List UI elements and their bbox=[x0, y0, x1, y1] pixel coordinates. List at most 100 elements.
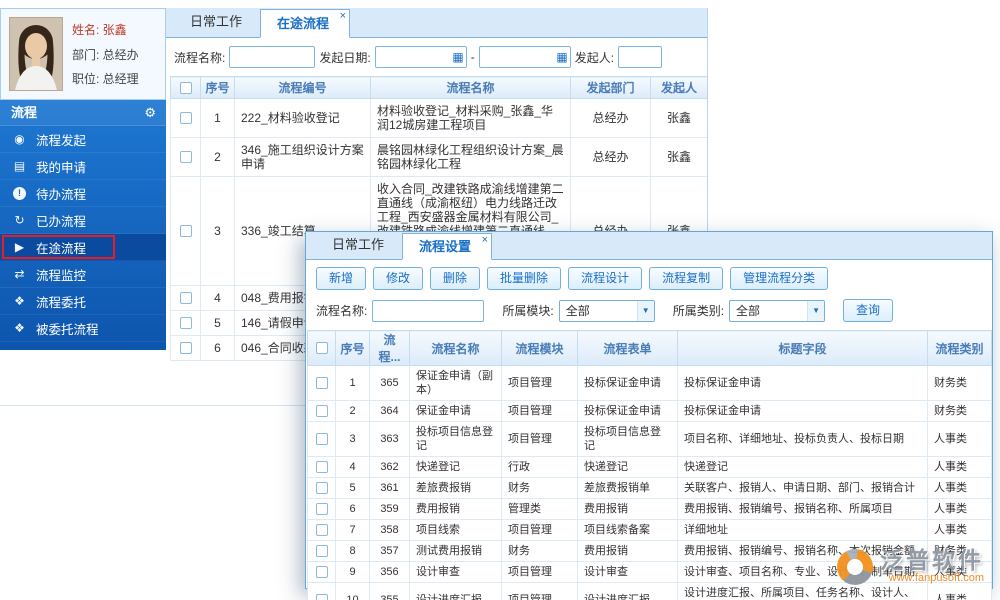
avatar-photo bbox=[10, 18, 62, 90]
row-checkbox[interactable] bbox=[315, 482, 328, 494]
process-design-button[interactable]: 流程设计 bbox=[568, 267, 643, 290]
row-checkbox[interactable] bbox=[315, 545, 328, 557]
close-icon[interactable]: × bbox=[482, 234, 488, 246]
table-row[interactable]: 1 365 保证金申请（副本） 项目管理 投标保证金申请 投标保证金申请 财务类 bbox=[307, 365, 992, 401]
cell-module: 管理类 bbox=[501, 498, 578, 520]
process-name-input[interactable] bbox=[229, 46, 316, 68]
tab-daily-work[interactable]: 日常工作 bbox=[174, 8, 258, 37]
sync-icon: ⇄ bbox=[14, 267, 25, 281]
brand-url: www.fanpusoft.com bbox=[888, 572, 984, 584]
process-copy-button[interactable]: 流程复制 bbox=[649, 267, 724, 290]
tab-process-settings[interactable]: 流程设置 × bbox=[402, 233, 493, 260]
sidebar-item-monitor[interactable]: ⇄ 流程监控 bbox=[0, 261, 166, 288]
row-checkbox[interactable] bbox=[179, 151, 192, 163]
cell-title-field: 费用报销、报销编号、报销名称、所属项目 bbox=[677, 498, 928, 520]
cell-dept: 总经办 bbox=[570, 98, 651, 138]
col-seq: 序号 bbox=[200, 76, 235, 99]
table-row[interactable]: 1 222_材料验收登记 材料验收登记_材料采购_张鑫_华润12城房建工程项目 … bbox=[170, 98, 707, 138]
sidebar-item-process-initiate[interactable]: ◉ 流程发起 bbox=[0, 126, 166, 153]
cell-seq: 5 bbox=[335, 477, 370, 499]
cell-code: 358 bbox=[369, 519, 410, 541]
sidebar-item-pending[interactable]: ! 待办流程 bbox=[0, 180, 166, 207]
calendar-icon[interactable]: ▦ bbox=[556, 50, 567, 64]
date-separator: - bbox=[470, 50, 475, 64]
row-checkbox[interactable] bbox=[315, 594, 328, 600]
select-all-checkbox[interactable] bbox=[315, 342, 328, 354]
table-header-row: 序号 流程... 流程名称 流程模块 流程表单 标题字段 流程类别 bbox=[307, 330, 992, 366]
cell-seq: 3 bbox=[200, 176, 235, 286]
cell-form: 投标保证金申请 bbox=[577, 365, 678, 401]
cell-code: 364 bbox=[369, 400, 410, 422]
add-button[interactable]: 新增 bbox=[316, 267, 367, 290]
batch-delete-button[interactable]: 批量删除 bbox=[487, 267, 562, 290]
row-checkbox[interactable] bbox=[315, 566, 328, 578]
table-row[interactable]: 7 358 项目线索 项目管理 项目线索备案 详细地址 人事类 bbox=[307, 519, 992, 541]
delete-button[interactable]: 删除 bbox=[430, 267, 481, 290]
query-button[interactable]: 查询 bbox=[843, 299, 894, 322]
watermark: 泛普软件 www.fanpusoft.com bbox=[837, 548, 984, 585]
cell-module: 项目管理 bbox=[501, 400, 578, 422]
cell-name: 测试费用报销 bbox=[409, 540, 502, 562]
table-row[interactable]: 2 364 保证金申请 项目管理 投标保证金申请 投标保证金申请 财务类 bbox=[307, 400, 992, 422]
modify-button[interactable]: 修改 bbox=[373, 267, 424, 290]
cell-name: 设计进度汇报 bbox=[409, 582, 502, 600]
row-checkbox[interactable] bbox=[315, 433, 328, 445]
cell-code: 359 bbox=[369, 498, 410, 520]
category-select[interactable]: 全部 ▼ bbox=[729, 299, 826, 322]
calendar-icon[interactable]: ▦ bbox=[452, 50, 463, 64]
cell-name: 差旅费报销 bbox=[409, 477, 502, 499]
date-to-field: ▦ bbox=[478, 46, 571, 68]
row-checkbox[interactable] bbox=[179, 292, 192, 304]
row-checkbox[interactable] bbox=[315, 405, 328, 417]
row-checkbox[interactable] bbox=[179, 317, 192, 329]
table-row[interactable]: 2 346_施工组织设计方案申请 晨铭园林绿化工程组织设计方案_晨铭园林绿化工程… bbox=[170, 137, 707, 177]
row-checkbox[interactable] bbox=[179, 342, 192, 354]
col-dept: 发起部门 bbox=[570, 76, 651, 99]
cell-code: 346_施工组织设计方案申请 bbox=[234, 137, 371, 177]
table-row[interactable]: 3 363 投标项目信息登记 项目管理 投标项目信息登记 项目名称、详细地址、投… bbox=[307, 421, 992, 457]
tab-in-transit[interactable]: 在途流程 × bbox=[260, 9, 351, 38]
col-module: 流程模块 bbox=[501, 330, 578, 366]
settings-window: 日常工作 流程设置 × 新增 修改 删除 批量删除 流程设计 流程复制 管理流程… bbox=[305, 231, 993, 600]
start-date-label: 发起日期: bbox=[319, 50, 371, 65]
table-row[interactable]: 10 355 设计进度汇报 项目管理 设计进度汇报 设计进度汇报、所属项目、任务… bbox=[307, 582, 992, 600]
cell-module: 项目管理 bbox=[501, 421, 578, 457]
tab-daily-work[interactable]: 日常工作 bbox=[316, 232, 400, 259]
sidebar-item-my-applications[interactable]: ▤ 我的申请 bbox=[0, 153, 166, 180]
sidebar-item-delegated[interactable]: ❖ 被委托流程 bbox=[0, 315, 166, 342]
sidebar-item-in-transit[interactable]: ▶ 在途流程 bbox=[0, 234, 166, 261]
profile-dept: 部门: 总经办 bbox=[72, 47, 139, 62]
row-checkbox[interactable] bbox=[179, 112, 192, 124]
sidebar-item-label: 流程监控 bbox=[36, 268, 87, 283]
cell-name: 快递登记 bbox=[409, 456, 502, 478]
initiator-input[interactable] bbox=[618, 46, 663, 68]
module-label: 所属模块: bbox=[502, 304, 554, 318]
cell-seq: 1 bbox=[200, 98, 235, 138]
row-checkbox[interactable] bbox=[315, 503, 328, 515]
tab-bar: 日常工作 在途流程 × bbox=[166, 8, 707, 38]
row-checkbox[interactable] bbox=[179, 225, 192, 237]
row-checkbox[interactable] bbox=[315, 461, 328, 473]
manage-category-button[interactable]: 管理流程分类 bbox=[730, 267, 829, 290]
module-select[interactable]: 全部 ▼ bbox=[558, 299, 655, 322]
table-row[interactable]: 4 362 快递登记 行政 快递登记 快递登记 人事类 bbox=[307, 456, 992, 478]
close-icon[interactable]: × bbox=[340, 10, 346, 22]
delegate-icon: ❖ bbox=[14, 294, 25, 308]
process-name-label: 流程名称: bbox=[316, 304, 368, 318]
table-row[interactable]: 6 359 费用报销 管理类 费用报销 费用报销、报销编号、报销名称、所属项目 … bbox=[307, 498, 992, 520]
row-checkbox[interactable] bbox=[315, 377, 328, 389]
cell-name: 保证金申请 bbox=[409, 400, 502, 422]
table-row[interactable]: 5 361 差旅费报销 财务 差旅费报销单 关联客户、报销人、申请日期、部门、报… bbox=[307, 477, 992, 499]
cell-seq: 9 bbox=[335, 561, 370, 583]
cell-module: 项目管理 bbox=[501, 582, 578, 600]
gear-icon[interactable]: ⚙ bbox=[144, 100, 156, 126]
select-all-checkbox[interactable] bbox=[179, 81, 192, 94]
category-select-value: 全部 bbox=[736, 303, 761, 318]
row-checkbox[interactable] bbox=[315, 524, 328, 536]
sidebar-item-delegate[interactable]: ❖ 流程委托 bbox=[0, 288, 166, 315]
cell-form: 设计审查 bbox=[577, 561, 678, 583]
tab-label: 流程设置 bbox=[419, 239, 472, 254]
cell-dept: 总经办 bbox=[570, 137, 651, 177]
process-name-input[interactable] bbox=[372, 299, 485, 322]
sidebar-item-completed[interactable]: ↻ 已办流程 bbox=[0, 207, 166, 234]
